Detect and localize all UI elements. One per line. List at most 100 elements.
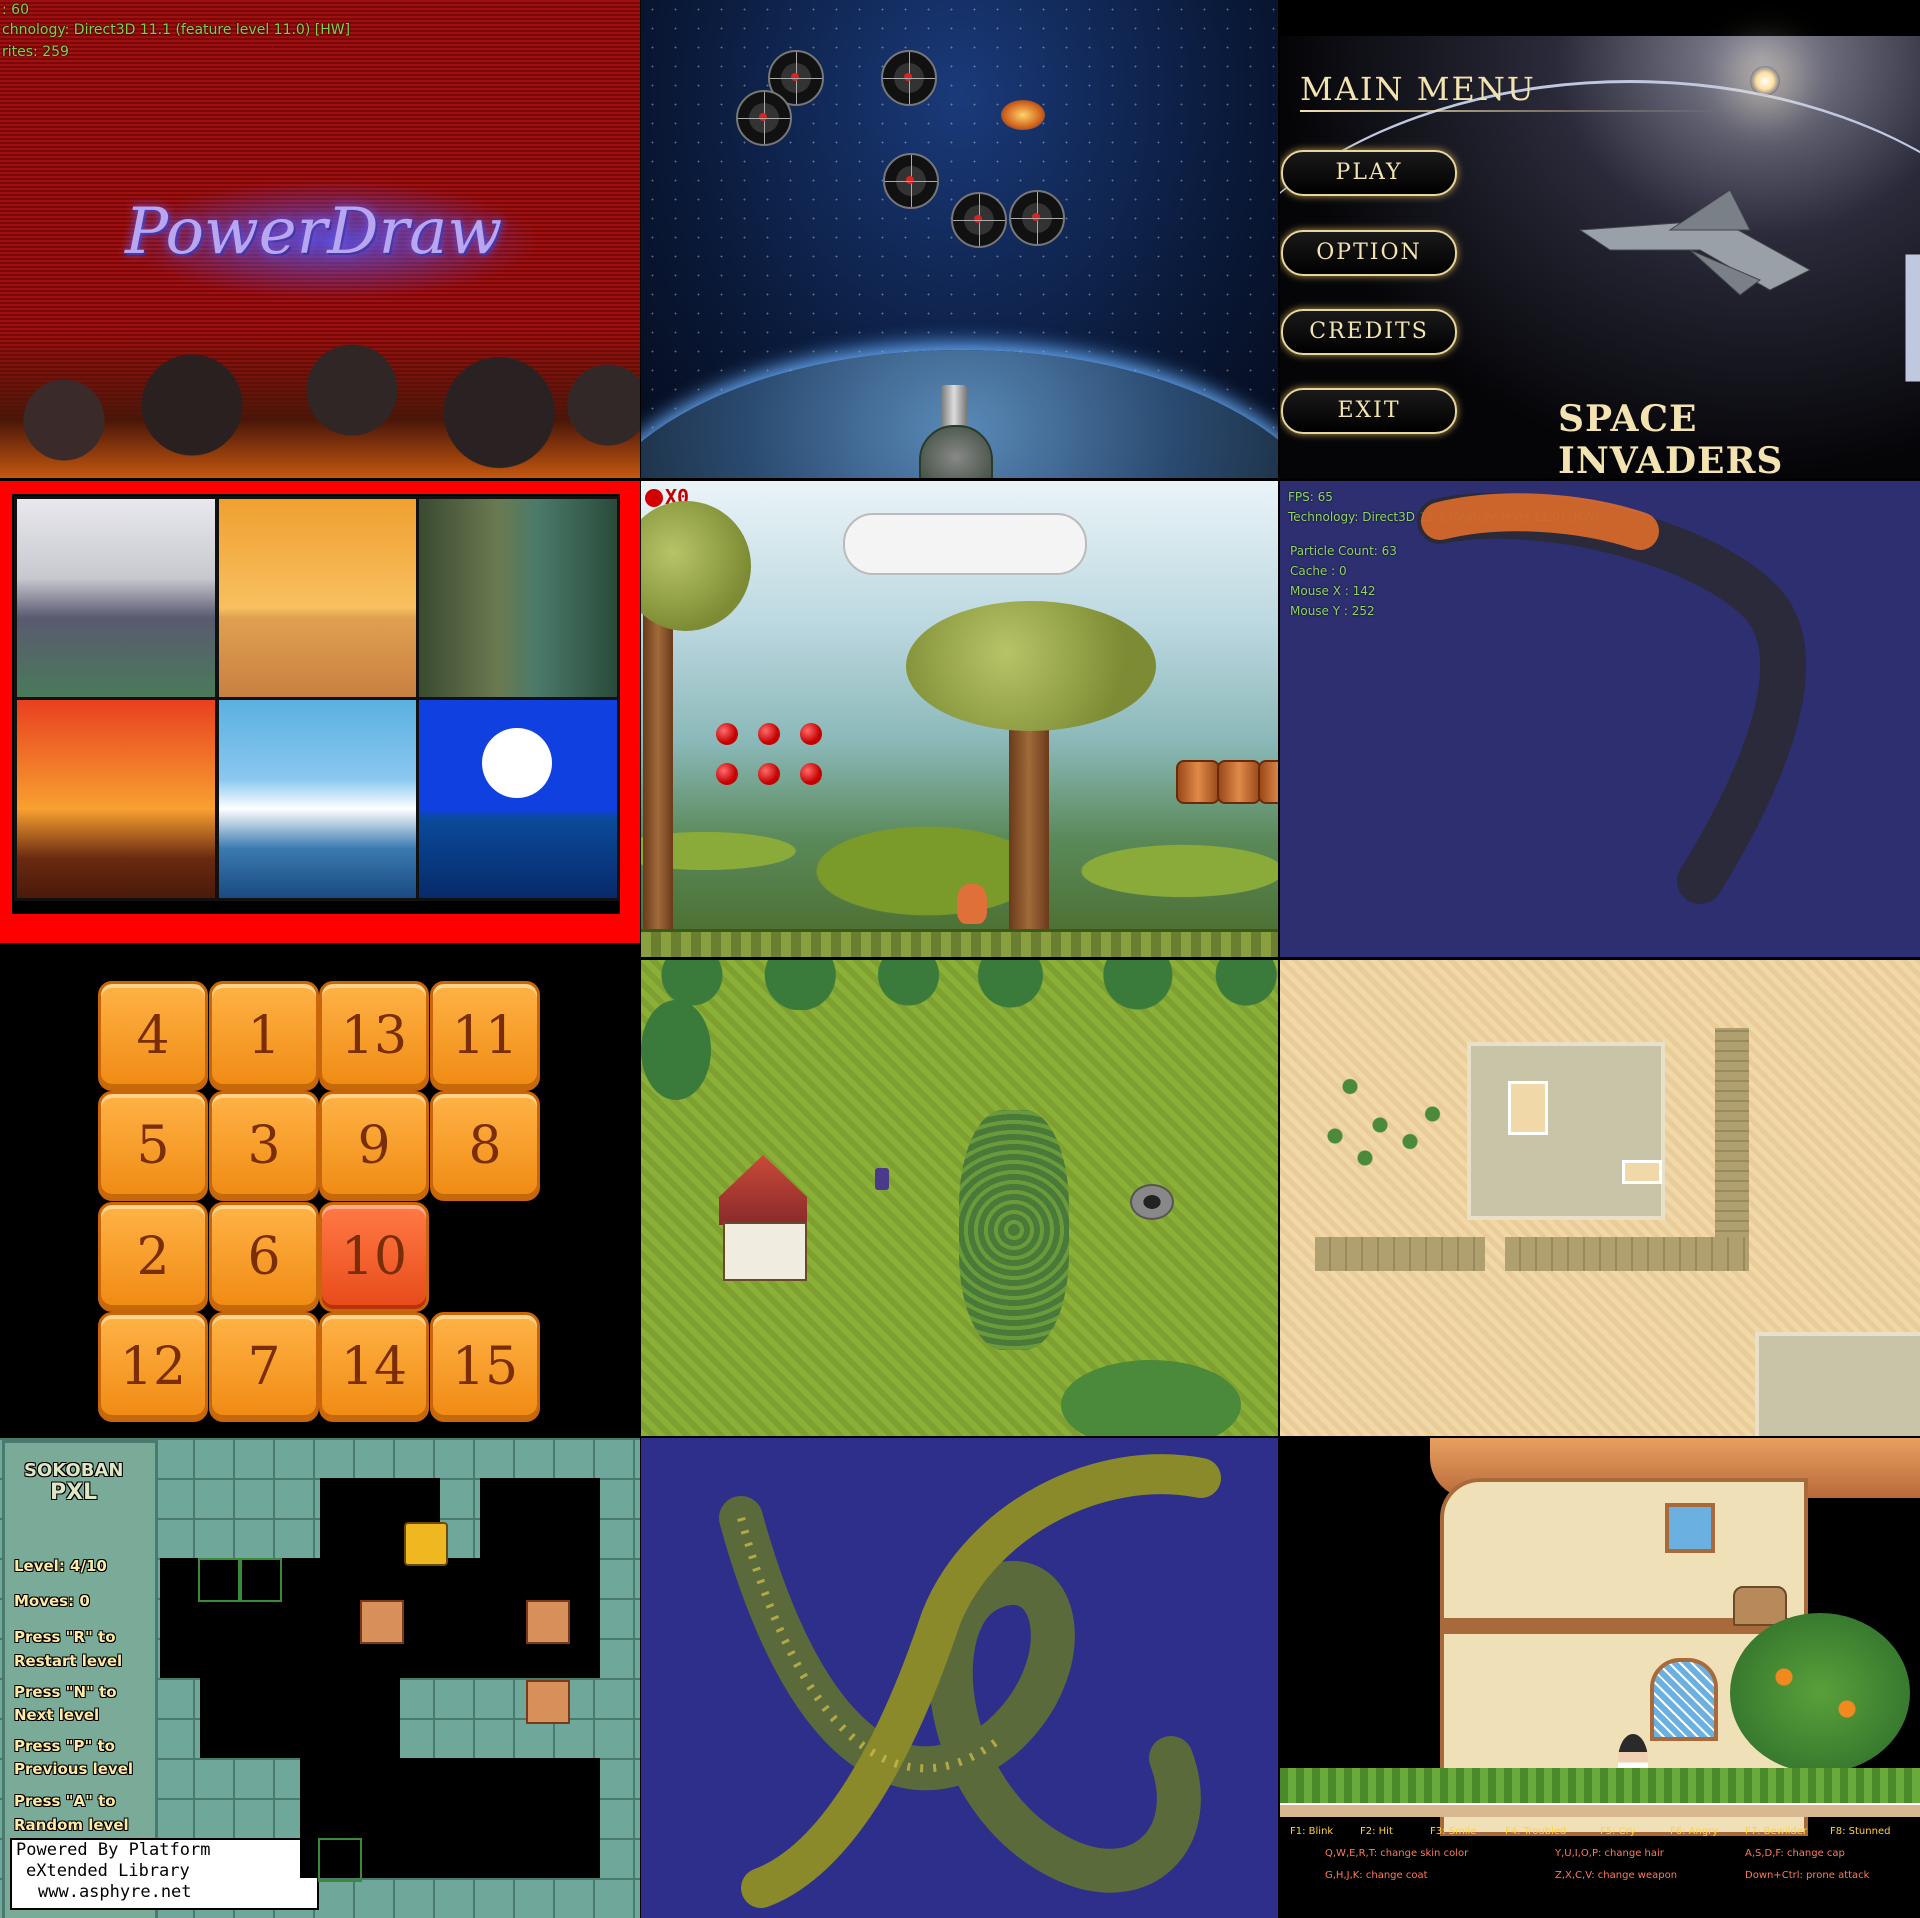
number-tile-selected[interactable]: 10 — [319, 1202, 429, 1312]
target-drone[interactable] — [951, 192, 1007, 248]
option-button[interactable]: OPTION — [1281, 230, 1457, 276]
number-tile[interactable]: 14 — [319, 1312, 429, 1422]
hud-skin: Q,W,E,R,T: change skin color — [1325, 1848, 1469, 1859]
apple-pickup[interactable] — [758, 723, 780, 745]
player-pawn[interactable] — [404, 1522, 448, 1566]
stone-well[interactable] — [1130, 1184, 1174, 1220]
pushable-crate[interactable] — [360, 1600, 404, 1644]
previous-hint: Previous level — [14, 1760, 134, 1778]
slide-waterfall[interactable] — [416, 496, 620, 700]
apple-counter-icon — [645, 489, 663, 507]
powerdraw-demo: : 60 chnology: Direct3D 11.1 (feature le… — [0, 0, 640, 478]
tree — [1061, 1360, 1241, 1436]
hud-hit: F2: Hit — [1360, 1826, 1393, 1837]
target-drone[interactable] — [1009, 190, 1065, 246]
courtyard-pit — [1622, 1160, 1662, 1184]
target-drone[interactable] — [881, 50, 937, 106]
goal-marker — [238, 1558, 282, 1602]
number-tile[interactable]: 4 — [98, 981, 208, 1091]
barrel-block — [1258, 760, 1278, 804]
puzzle-board — [12, 494, 620, 914]
pushable-crate[interactable] — [526, 1680, 570, 1724]
picture-puzzle-demo — [0, 481, 640, 943]
stone-courtyard — [1467, 1042, 1665, 1220]
exit-button[interactable]: EXIT — [1281, 388, 1457, 434]
number-tile[interactable]: 6 — [209, 1202, 319, 1312]
tentacle-render — [719, 1454, 1221, 1908]
slide-mountain[interactable] — [14, 496, 218, 700]
number-tile[interactable]: 3 — [209, 1091, 319, 1201]
cloud — [843, 513, 1087, 575]
house-roof — [719, 1155, 807, 1225]
tree-canopy — [641, 501, 751, 631]
random-hint: Random level — [14, 1816, 129, 1834]
tree — [641, 1000, 711, 1100]
player-character[interactable] — [875, 1168, 889, 1190]
hud-cap: A,S,D,F: change cap — [1745, 1848, 1845, 1859]
fighter-jet — [1570, 180, 1820, 300]
apple-pickup[interactable] — [800, 723, 822, 745]
hud-weapon: Z,X,C,V: change weapon — [1555, 1870, 1678, 1881]
play-button[interactable]: PLAY — [1281, 150, 1457, 196]
credits-button[interactable]: CREDITS — [1281, 309, 1457, 355]
pushable-crate[interactable] — [526, 1600, 570, 1644]
house-wall — [723, 1222, 807, 1281]
sokoban-demo: SOKOBAN PXL Level: 4/10 Moves: 0 Press "… — [0, 1438, 640, 1918]
courtyard-pit — [1508, 1081, 1548, 1135]
barrel-block — [1176, 760, 1220, 804]
hud-prone: Down+Ctrl: prone attack — [1745, 1870, 1870, 1881]
number-tile[interactable]: 8 — [430, 1091, 540, 1201]
number-tile[interactable]: 11 — [430, 981, 540, 1091]
apple-pickup[interactable] — [716, 763, 738, 785]
brick-wall — [1715, 1028, 1749, 1240]
brick-wall — [1505, 1237, 1749, 1271]
orange-tree — [1730, 1613, 1910, 1773]
treasure-chest[interactable] — [1733, 1586, 1787, 1626]
slide-desert[interactable] — [216, 496, 420, 700]
number-tile[interactable]: 13 — [319, 981, 429, 1091]
number-tile[interactable]: 1 — [209, 981, 319, 1091]
hud-stunned: F8: Stunned — [1830, 1826, 1891, 1837]
tree-row — [641, 960, 1278, 1010]
target-drone[interactable] — [883, 153, 939, 209]
target-drone[interactable] — [736, 90, 792, 146]
hud-bewilder: F7: Bewilder — [1745, 1826, 1808, 1837]
credit-line: Powered By Platform — [16, 1840, 211, 1860]
credit-line: eXtended Library — [26, 1861, 190, 1881]
level-indicator: Level: 4/10 — [14, 1557, 107, 1575]
hud-hair: Y,U,I,O,P: change hair — [1555, 1848, 1664, 1859]
apple-pickup[interactable] — [800, 763, 822, 785]
slide-icebergs[interactable] — [216, 697, 420, 901]
hud-coat: G,H,J,K: change coat — [1325, 1870, 1428, 1881]
menu-underline — [1300, 110, 1720, 112]
hud-cry: F5: Cry — [1600, 1826, 1636, 1837]
grass-strip — [1280, 1768, 1920, 1808]
slide-moon[interactable] — [416, 697, 620, 901]
number-tile[interactable]: 5 — [98, 1091, 208, 1201]
space-turret-demo — [641, 0, 1278, 478]
stone-courtyard — [1755, 1332, 1920, 1436]
brick-wall — [1315, 1237, 1485, 1271]
moves-counter: Moves: 0 — [14, 1592, 90, 1610]
credit-box: Powered By Platform eXtended Library www… — [10, 1838, 319, 1910]
cactus-cluster — [1320, 1070, 1470, 1180]
turret-cannon[interactable] — [919, 385, 993, 478]
slide-sunset[interactable] — [14, 697, 218, 901]
restart-hint: Restart level — [14, 1652, 123, 1670]
game-title: SOKOBAN — [24, 1460, 124, 1481]
powerdraw-logo: PowerDraw — [125, 195, 503, 269]
random-hint: Press "A" to — [14, 1792, 116, 1810]
particle-trail — [1417, 492, 1807, 904]
barrel-block — [1217, 760, 1261, 804]
player-fox — [957, 884, 987, 924]
number-tile[interactable]: 15 — [430, 1312, 540, 1422]
apple-pickup[interactable] — [716, 723, 738, 745]
restart-hint: Press "R" to — [14, 1628, 116, 1646]
number-tile[interactable]: 7 — [209, 1312, 319, 1422]
number-tile[interactable]: 2 — [98, 1202, 208, 1312]
number-tile[interactable]: 9 — [319, 1091, 429, 1201]
number-tile[interactable]: 12 — [98, 1312, 208, 1422]
apple-pickup[interactable] — [758, 763, 780, 785]
previous-hint: Press "P" to — [14, 1737, 115, 1755]
ground-strip — [1280, 1803, 1920, 1817]
